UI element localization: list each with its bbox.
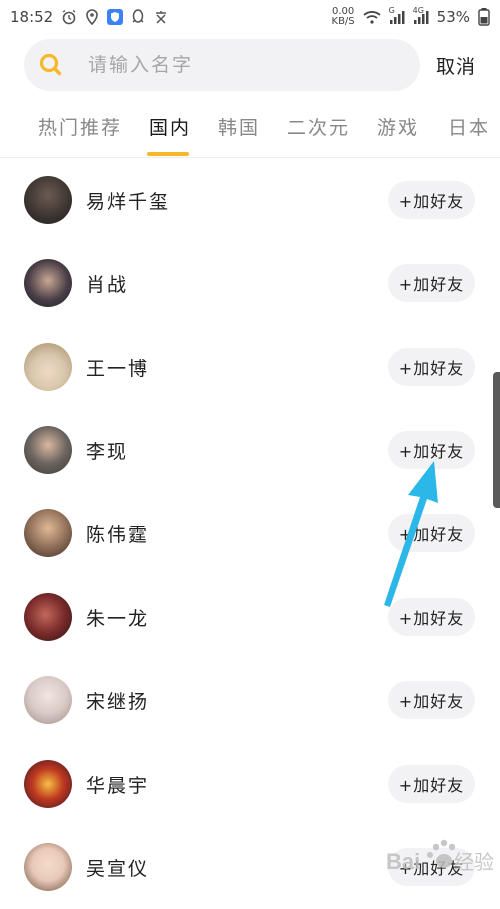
contact-name: 王一博 xyxy=(86,358,150,380)
avatar[interactable] xyxy=(24,760,72,808)
network-speed-unit: KB/S xyxy=(331,16,355,27)
shield-app-icon xyxy=(107,9,124,25)
add-friend-button[interactable]: +加好友 xyxy=(388,348,475,386)
contact-name: 陈伟霆 xyxy=(86,524,150,546)
alarm-icon xyxy=(61,9,77,25)
list-item: 易烊千玺 +加好友 xyxy=(0,158,500,242)
search-icon xyxy=(38,52,64,78)
add-friend-button[interactable]: +加好友 xyxy=(388,181,475,219)
contact-name: 易烊千玺 xyxy=(86,191,171,213)
list-item: 宋继扬 +加好友 xyxy=(0,658,500,742)
svg-text:Bai: Bai xyxy=(386,849,420,874)
avatar[interactable] xyxy=(24,259,72,307)
list-item: 王一博 +加好友 xyxy=(0,325,500,409)
tab-domestic[interactable]: 国内 xyxy=(149,113,191,140)
avatar[interactable] xyxy=(24,593,72,641)
clock: 18:52 xyxy=(10,8,54,26)
wifi-icon xyxy=(363,10,381,24)
add-friend-button[interactable]: +加好友 xyxy=(388,765,475,803)
battery-icon xyxy=(478,8,490,26)
tab-japan[interactable]: 日本 xyxy=(448,113,490,140)
annotation-arrow-icon xyxy=(370,455,450,619)
search-row: 取消 xyxy=(24,39,490,91)
tab-hot-recommend[interactable]: 热门推荐 xyxy=(38,113,122,140)
location-icon xyxy=(85,9,99,25)
tab-anime[interactable]: 二次元 xyxy=(287,113,350,140)
avatar[interactable] xyxy=(24,426,72,474)
list-item: 肖战 +加好友 xyxy=(0,241,500,325)
avatar[interactable] xyxy=(24,509,72,557)
add-friend-button[interactable]: +加好友 xyxy=(388,264,475,302)
category-tabs: 热门推荐 国内 韩国 二次元 游戏 日本 xyxy=(0,105,500,157)
contact-name: 吴宣仪 xyxy=(86,858,150,880)
contact-name: 华晨宇 xyxy=(86,775,150,797)
tab-games[interactable]: 游戏 xyxy=(377,113,419,140)
contact-name: 肖战 xyxy=(86,274,129,296)
network-speed: 0.00 KB/S xyxy=(332,7,355,27)
battery-percent: 53% xyxy=(436,8,470,26)
search-box[interactable] xyxy=(24,39,420,91)
status-bar-left: 18:52 xyxy=(10,8,169,26)
text-app-icon xyxy=(153,9,169,25)
baidu-watermark: Bai 经验 xyxy=(384,833,496,883)
contact-name: 朱一龙 xyxy=(86,608,150,630)
svg-text:经验: 经验 xyxy=(454,851,494,874)
status-bar-right: 0.00 KB/S G 4G 53% xyxy=(332,6,490,27)
active-tab-indicator xyxy=(147,152,189,156)
avatar[interactable] xyxy=(24,843,72,891)
cancel-button[interactable]: 取消 xyxy=(436,52,476,79)
contact-name: 李现 xyxy=(86,441,129,463)
avatar[interactable] xyxy=(24,343,72,391)
avatar[interactable] xyxy=(24,176,72,224)
signal-icon-4g: 4G xyxy=(413,6,429,24)
avatar[interactable] xyxy=(24,676,72,724)
scrollbar-thumb[interactable] xyxy=(493,372,500,508)
signal-label-g: G xyxy=(388,6,395,15)
add-friend-button[interactable]: +加好友 xyxy=(388,681,475,719)
list-item: 华晨宇 +加好友 xyxy=(0,742,500,826)
contact-name: 宋继扬 xyxy=(86,691,150,713)
signal-icon: G xyxy=(389,6,405,24)
signal-label-4g: 4G xyxy=(412,6,424,15)
status-bar: 18:52 0.00 KB/S G 4G 53% xyxy=(0,0,500,34)
tab-korea[interactable]: 韩国 xyxy=(218,113,260,140)
search-input[interactable] xyxy=(86,53,390,77)
qq-icon xyxy=(131,9,145,25)
